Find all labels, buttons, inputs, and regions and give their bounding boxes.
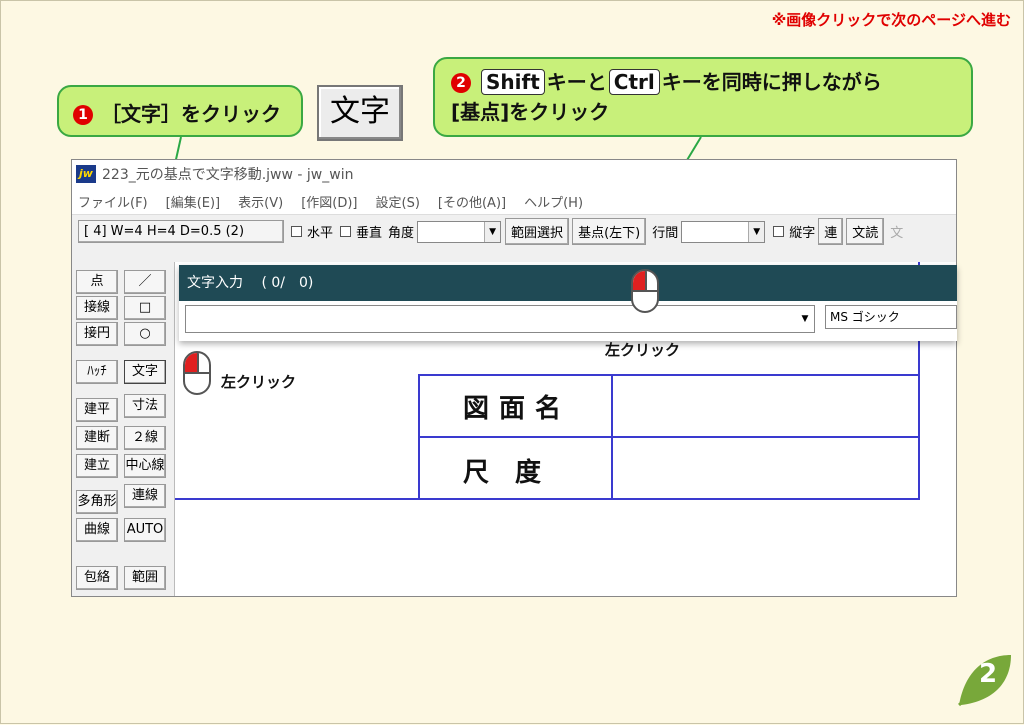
ren-button[interactable]: 連 (818, 218, 844, 245)
table-divider-line (611, 374, 613, 500)
tool-tangent[interactable]: 接線 (76, 296, 118, 320)
tool-hatch[interactable]: ﾊｯﾁ (76, 360, 118, 384)
callout-step2: 2 Shift キーと Ctrl キーを同時に押しながら [基点]をクリック (433, 57, 973, 137)
horizontal-label: 水平 (307, 226, 334, 241)
mouse-left-click-icon (631, 269, 659, 313)
mouse-left-click-icon (183, 351, 211, 395)
text-toolbar: [ 4] W=4 H=4 D=0.5 (2) 水平 垂直 角度 ▼ 範囲選択 基… (72, 214, 956, 248)
left-click-label: 左クリック (221, 373, 297, 391)
read-text-button[interactable]: 文読 (846, 218, 885, 245)
callout-step1: 1 ［文字］をクリック (57, 85, 303, 137)
menu-file[interactable]: ファイル(F) (78, 192, 148, 211)
table-middle-line (418, 436, 918, 438)
tool-double-line[interactable]: ２線 (124, 426, 166, 450)
line-spacing-combo[interactable]: ▼ (681, 220, 766, 243)
page-number-leaf: 2 (955, 651, 1013, 709)
tool-center-line[interactable]: 中心線 (124, 454, 166, 478)
tool-point[interactable]: 点 (76, 270, 118, 294)
table-left-line (418, 374, 420, 500)
canvas-line (175, 498, 418, 500)
base-point-button[interactable]: 基点(左下) (572, 218, 647, 245)
jw-logo-icon: jw (76, 165, 96, 183)
ctrl-key-label: Ctrl (608, 69, 660, 95)
tool-text[interactable]: 文字 (124, 360, 166, 384)
chevron-down-icon[interactable]: ▼ (484, 221, 501, 242)
vertical-text-label: 縦字 (789, 226, 816, 241)
line-spacing-label: 行間 (652, 226, 679, 241)
angle-combo[interactable]: ▼ (417, 220, 502, 243)
vertical-text-checkbox[interactable] (773, 226, 785, 237)
menu-draw[interactable]: [作図(D)] (301, 192, 357, 211)
menu-bar: ファイル(F) [編集(E)] 表示(V) [作図(D)] 設定(S) [その他… (72, 188, 956, 214)
top-click-label: 左クリック (605, 341, 681, 359)
tool-polygon[interactable]: 多角形 (76, 490, 118, 514)
tool-continuous-line[interactable]: 連線 (124, 484, 166, 508)
tool-circle[interactable]: ○ (124, 322, 166, 346)
moji-button-enlarged: 文字 (317, 85, 403, 141)
table-cell-scale[interactable]: 尺 度 (463, 452, 541, 489)
text-size-button[interactable]: [ 4] W=4 H=4 D=0.5 (2) (78, 220, 284, 243)
tool-envelope[interactable]: 包絡 (76, 566, 118, 590)
vertical-checkbox[interactable] (340, 226, 352, 237)
step2-mid2: キーを同時に押しながら (661, 70, 882, 94)
step2-number: 2 (451, 73, 471, 93)
text-input-dialog: 文字入力 ( 0/ 0) ▼ MS ゴシック (179, 265, 957, 341)
chevron-down-icon[interactable]: ▼ (796, 306, 814, 332)
shift-key-label: Shift (481, 69, 545, 95)
range-select-button[interactable]: 範囲選択 (505, 218, 570, 245)
window-title: 223_元の基点で文字移動.jww - jw_win (102, 167, 354, 183)
vertical-label: 垂直 (356, 226, 383, 241)
step2-line2: [基点]をクリック (451, 100, 610, 124)
next-page-note[interactable]: ※画像クリックで次のページへ進む (772, 9, 1011, 30)
tool-tangent-circle[interactable]: 接円 (76, 322, 118, 346)
slide: ※画像クリックで次のページへ進む 1 ［文字］をクリック 文字 2 Shift キーと… (0, 0, 1024, 724)
font-select[interactable]: MS ゴシック (825, 305, 957, 329)
page-number: 2 (978, 659, 998, 689)
tool-auto[interactable]: AUTO (124, 518, 166, 542)
horizontal-checkbox[interactable] (291, 226, 302, 237)
tool-range[interactable]: 範囲 (124, 566, 166, 590)
tool-line[interactable]: ／ (124, 270, 166, 294)
angle-label: 角度 (388, 226, 415, 241)
table-cell-drawing-name[interactable]: 図面名 (463, 388, 571, 425)
tool-curve[interactable]: 曲線 (76, 518, 118, 542)
menu-other[interactable]: [その他(A)] (438, 192, 506, 211)
tool-arch-section[interactable]: 建断 (76, 426, 118, 450)
menu-view[interactable]: 表示(V) (238, 192, 283, 211)
table-top-line (418, 374, 918, 376)
menu-help[interactable]: ヘルプ(H) (524, 192, 583, 211)
title-bar: jw 223_元の基点で文字移動.jww - jw_win (72, 160, 956, 188)
step1-number: 1 (73, 105, 93, 125)
table-bottom-line (418, 498, 918, 500)
tool-panel: 点 接線 接円 ﾊｯﾁ 建平 建断 建立 多角形 曲線 包絡 ／ □ ○ 文字 … (72, 260, 172, 596)
tool-dimension[interactable]: 寸法 (124, 394, 166, 418)
menu-edit[interactable]: [編集(E)] (166, 192, 221, 211)
chevron-down-icon[interactable]: ▼ (748, 221, 765, 242)
step2-mid1: キーと (546, 70, 607, 94)
dialog-title: 文字入力 ( 0/ 0) (179, 265, 957, 301)
tool-arch-plan[interactable]: 建平 (76, 398, 118, 422)
step1-text: ［文字］をクリック (101, 102, 281, 126)
more-button[interactable]: 文 (890, 222, 903, 241)
menu-settings[interactable]: 設定(S) (376, 192, 420, 211)
text-input-field[interactable]: ▼ (185, 305, 815, 333)
tool-rectangle[interactable]: □ (124, 296, 166, 320)
tool-arch-elevation[interactable]: 建立 (76, 454, 118, 478)
